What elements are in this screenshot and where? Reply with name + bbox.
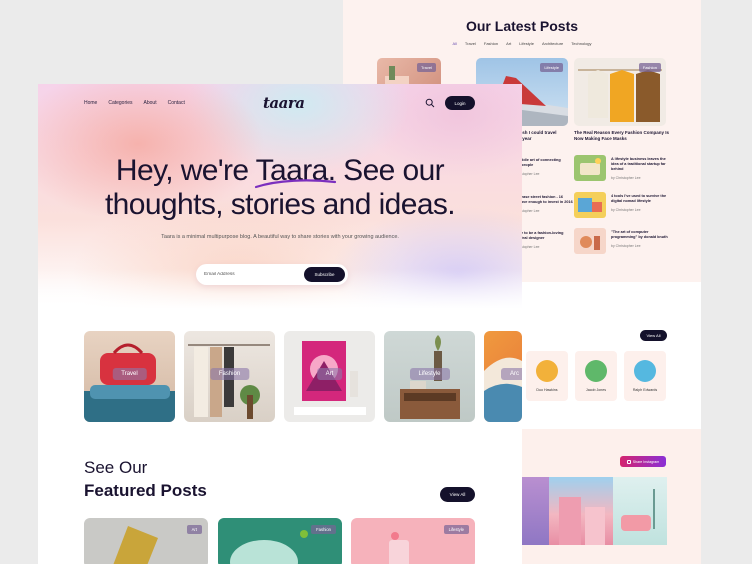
hero-headline-line-2: thoughts, stories and ideas. <box>104 188 456 221</box>
category-label: Fashion <box>209 368 250 380</box>
category-label: Travel <box>112 368 147 380</box>
category-card-architecture[interactable]: Arc <box>484 331 522 422</box>
list-post-meta: by Christopher Lee <box>611 176 641 180</box>
instagram-image[interactable] <box>613 477 667 545</box>
latest-card-title[interactable]: The Real Reason Every Fashion Company Is… <box>574 130 674 142</box>
nav-about[interactable]: About <box>144 100 157 106</box>
post-tag: Art <box>186 525 202 534</box>
search-icon[interactable] <box>425 98 435 108</box>
login-button[interactable]: Login <box>445 96 475 110</box>
latest-card-tag: Travel <box>417 63 436 72</box>
featured-post-art[interactable]: Art <box>84 518 208 564</box>
list-post-title[interactable]: 4 tools I've used to survive the digital… <box>611 194 666 204</box>
nav-categories[interactable]: Categories <box>108 100 132 106</box>
instagram-image[interactable] <box>521 477 549 545</box>
home-page: Home Categories About Contact taara Logi… <box>38 84 522 564</box>
category-card-fashion[interactable]: Fashion <box>184 331 275 422</box>
newsletter-form: Subscribe <box>196 264 348 285</box>
category-label: Arc <box>501 368 522 380</box>
category-filter-bar: All Travel Fashion Art Lifestyle Archite… <box>343 41 701 46</box>
list-post-meta: stopher Lee <box>521 209 540 213</box>
latest-card-title[interactable]: ish I could travel year <box>521 130 571 142</box>
list-post-meta: by Christopher Lee <box>611 244 641 248</box>
filter-art[interactable]: Art <box>506 41 511 46</box>
featured-post-fashion[interactable]: Fashion <box>218 518 342 564</box>
category-label: Lifestyle <box>409 368 450 380</box>
share-instagram-button[interactable]: Share Instagram <box>620 456 666 467</box>
lifestyle-thumb-image <box>580 158 601 175</box>
author-card[interactable]: Jacob Jones <box>575 351 617 401</box>
filter-lifestyle[interactable]: Lifestyle <box>519 41 534 46</box>
filter-all[interactable]: All <box>452 41 456 46</box>
post-tag: Lifestyle <box>443 525 469 534</box>
author-name: Jacob Jones <box>585 388 607 392</box>
instagram-image[interactable] <box>549 477 613 545</box>
authors-view-all-button[interactable]: View All <box>640 330 667 341</box>
author-name: Duo Hawkins <box>536 388 558 392</box>
tools-thumb-image <box>578 198 602 212</box>
hero-subtitle: Taara is a minimal multipurpose blog. A … <box>161 234 399 240</box>
email-field[interactable] <box>204 268 304 281</box>
list-post-meta: by Christopher Lee <box>611 208 641 212</box>
latest-card-tag: Fashion <box>638 63 661 72</box>
featured-view-all-button[interactable]: View All <box>440 487 475 502</box>
category-label: Art <box>316 368 343 380</box>
author-card[interactable]: Ralph Edwards <box>624 351 666 401</box>
list-post-title[interactable]: ddle art of connecting people <box>521 158 561 168</box>
list-post-title[interactable]: A lifestyle business leaves the idea of … <box>611 157 666 172</box>
list-post-title[interactable]: ease street fashion - 16 ave enough to i… <box>521 195 573 205</box>
post-tag: Fashion <box>311 525 336 534</box>
instagram-icon <box>626 459 631 464</box>
avatar <box>634 360 656 382</box>
list-thumb[interactable] <box>574 155 606 181</box>
category-card-art[interactable]: Art <box>284 331 375 422</box>
filter-travel[interactable]: Travel <box>465 41 476 46</box>
architecture-image <box>559 497 605 545</box>
category-card-lifestyle[interactable]: Lifestyle <box>384 331 475 422</box>
list-thumb[interactable] <box>574 228 606 254</box>
author-card[interactable]: Duo Hawkins <box>526 351 568 401</box>
list-post-title[interactable]: e to be a fashion-loving feal designer <box>521 231 563 241</box>
interior-image <box>621 489 655 531</box>
nav-contact[interactable]: Contact <box>168 100 185 106</box>
list-thumb[interactable] <box>574 192 606 218</box>
avatar <box>585 360 607 382</box>
list-post-meta: stopher Lee <box>521 172 540 176</box>
filter-architecture[interactable]: Architecture <box>542 41 563 46</box>
author-name: Ralph Edwards <box>632 388 658 392</box>
featured-post-lifestyle[interactable]: Lifestyle <box>351 518 475 564</box>
latest-card-tag: Lifestyle <box>540 63 563 72</box>
latest-card-fashion[interactable]: Fashion <box>574 58 666 126</box>
list-post-meta: stopher Lee <box>521 245 540 249</box>
list-post-title[interactable]: "The art of computer programming" by don… <box>611 230 668 240</box>
featured-heading-line-1: See Our <box>84 458 148 477</box>
avatar <box>536 360 558 382</box>
latest-posts-title: Our Latest Posts <box>465 18 579 34</box>
site-logo[interactable]: taara <box>263 94 305 112</box>
programming-thumb-image <box>580 236 600 250</box>
nav-home[interactable]: Home <box>84 100 97 106</box>
featured-heading-line-2: Featured Posts <box>84 481 207 500</box>
share-instagram-label: Share Instagram <box>632 459 660 464</box>
subscribe-button[interactable]: Subscribe <box>304 267 345 282</box>
filter-fashion[interactable]: Fashion <box>484 41 498 46</box>
name-underline-swash <box>254 179 337 189</box>
main-nav: Home Categories About Contact <box>84 100 185 106</box>
filter-technology[interactable]: Technology <box>571 41 591 46</box>
category-card-travel[interactable]: Travel <box>84 331 175 422</box>
